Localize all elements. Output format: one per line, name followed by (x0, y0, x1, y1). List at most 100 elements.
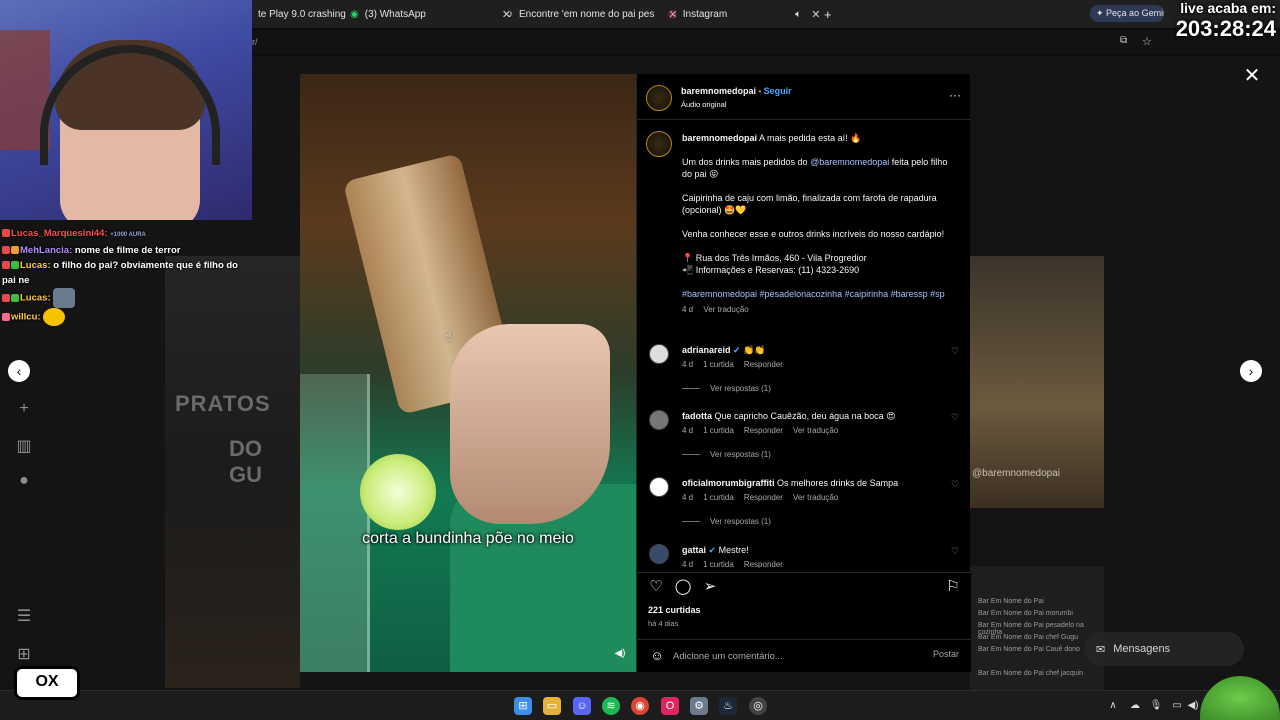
like-comment-icon[interactable]: ♡ (951, 346, 959, 357)
gemini-button[interactable]: ✦ Peça ao Gemini (1090, 5, 1164, 22)
audio-label[interactable]: Áudio original (681, 100, 726, 109)
close-modal-button[interactable]: ✕ (1240, 64, 1264, 88)
tab-instagram[interactable]: ◎ Instagram 🔈︎ ✕ (668, 4, 820, 24)
likes-count[interactable]: 221 curtidas (648, 605, 701, 615)
commenter-name[interactable]: gattai (682, 545, 706, 555)
reply-button[interactable]: Responder (744, 360, 783, 369)
chat-tag: +1000 AURA (110, 232, 146, 238)
countdown-value: 203:28:24 (1175, 16, 1276, 41)
comment-likes[interactable]: 1 curtida (703, 360, 734, 369)
display-icon[interactable]: ▭ (1170, 699, 1184, 713)
more-options-icon[interactable]: ··· (949, 88, 961, 102)
chat-username: Lucas: (20, 292, 51, 304)
emoji-icon[interactable]: ☺ (649, 648, 665, 664)
see-translation-link[interactable]: Ver tradução (793, 493, 838, 502)
comment-text: gattai ✔ Mestre! (682, 544, 942, 556)
microphone-icon[interactable]: 🎙︎ (1149, 699, 1163, 713)
discord-icon[interactable]: ☺ (573, 697, 591, 715)
countdown-label: live acaba em: (1180, 0, 1276, 16)
profile-icon[interactable]: ● (14, 472, 34, 492)
comment-likes[interactable]: 1 curtida (703, 560, 734, 568)
caption-mention[interactable]: @baremnomedopai (810, 157, 889, 167)
comment-age: 4 d (682, 360, 694, 369)
bookmark-icon[interactable]: ⚐ (943, 577, 963, 597)
comment-item: gattai ✔ Mestre! 4 d 1 curtida Responder ♡ (649, 544, 967, 568)
address-bar[interactable]: r/ ⧉ ☆ (240, 30, 1280, 54)
commenter-avatar[interactable] (649, 410, 669, 430)
caption-hashtags[interactable]: #baremnomedopai #pesadelonacozinha #caip… (682, 288, 957, 300)
like-comment-icon[interactable]: ♡ (951, 546, 959, 557)
commenter-avatar[interactable] (649, 344, 669, 364)
whatsapp-icon: ◉ (350, 8, 359, 20)
view-replies-button[interactable]: Ver respostas (1) (682, 517, 771, 526)
comment-meta: 4 d 1 curtida Responder (682, 360, 783, 369)
previous-post-button[interactable]: ‹ (8, 360, 30, 382)
close-icon[interactable]: ✕ (811, 8, 820, 21)
tab-tiktok[interactable]: ♪ Encontre 'em nome do pai pes ✕ (508, 4, 678, 24)
steam-icon[interactable]: ♨ (719, 697, 737, 715)
next-post-button[interactable]: › (1240, 360, 1262, 382)
comment-text: fadotta Que capricho Cauêzão, deu água n… (682, 410, 942, 422)
install-icon[interactable]: ⧉ (1120, 35, 1127, 46)
webcam-overlay (0, 0, 252, 220)
author-avatar[interactable] (646, 131, 672, 157)
see-translation-link[interactable]: Ver tradução (793, 426, 838, 435)
speaker-icon[interactable]: 🔈︎ (795, 9, 801, 20)
settings-icon[interactable]: ⚙ (690, 697, 708, 715)
like-comment-icon[interactable]: ♡ (951, 412, 959, 423)
star-icon[interactable]: ☆ (1142, 35, 1152, 48)
view-replies-button[interactable]: Ver respostas (1) (682, 450, 771, 459)
caption-text: Um dos drinks mais pedidos do (682, 157, 808, 167)
reply-button[interactable]: Responder (744, 560, 783, 568)
author-name[interactable]: baremnomedopai (681, 86, 756, 96)
chevron-up-icon[interactable]: ∧ (1106, 699, 1120, 713)
spotify-icon[interactable]: ≋ (602, 697, 620, 715)
comment-text: adrianareid ✔ 👏👏 (682, 344, 942, 356)
reply-button[interactable]: Responder (744, 426, 783, 435)
comment-likes[interactable]: 1 curtida (703, 426, 734, 435)
obs-icon[interactable]: ◎ (749, 697, 767, 715)
commenter-name[interactable]: adrianareid (682, 345, 731, 355)
dashboard-icon[interactable]: ▥ (14, 436, 34, 456)
menu-icon[interactable]: ☰ (14, 606, 34, 626)
create-icon[interactable]: + (14, 400, 34, 420)
file-explorer-icon[interactable]: ▭ (543, 697, 561, 715)
instagram-icon: ◎ (668, 8, 677, 20)
like-comment-icon[interactable]: ♡ (951, 479, 959, 490)
like-icon[interactable]: ♡ (646, 577, 666, 597)
volume-icon[interactable]: ◀) (1186, 699, 1200, 713)
chrome-icon[interactable]: ◉ (631, 697, 649, 715)
windows-start-icon[interactable]: ⊞ (514, 697, 532, 715)
comment-likes[interactable]: 1 curtida (703, 493, 734, 502)
reel-video[interactable]: corta a bundinha põe no meio ◀) (300, 74, 636, 672)
follow-button[interactable]: Seguir (764, 86, 792, 96)
grid-thumbnail-right-bottom[interactable]: Bar Em Nome do Pai Bar Em Nome do Pai mo… (970, 566, 1104, 690)
view-replies-button[interactable]: Ver respostas (1) (682, 384, 771, 393)
chat-message: MehLancia: nome de filme de terror (0, 243, 252, 258)
share-icon[interactable]: ➢ (700, 577, 720, 597)
commenter-name[interactable]: oficialmorumbigraffiti (682, 478, 775, 488)
commenter-avatar[interactable] (649, 544, 669, 564)
comment-icon[interactable]: ◯ (673, 577, 693, 597)
apps-icon[interactable]: ⊞ (14, 644, 34, 664)
reply-button[interactable]: Responder (744, 493, 783, 502)
gemini-label: Peça ao Gemini (1106, 8, 1164, 18)
commenter-name[interactable]: fadotta (682, 411, 712, 421)
chevron-right-icon: › (1248, 363, 1254, 379)
comment-input[interactable] (673, 646, 903, 666)
emote-image (43, 308, 66, 326)
cloud-icon[interactable]: ☁ (1128, 699, 1142, 713)
tab-play[interactable]: te Play 9.0 crashing (258, 4, 346, 24)
tab-whatsapp[interactable]: ◉ (3) WhatsApp ✕ (350, 4, 511, 24)
commenter-avatar[interactable] (649, 477, 669, 497)
grid-thumbnail-right[interactable]: @baremnomedopai (970, 256, 1104, 508)
post-comment-button[interactable]: Postar (933, 649, 959, 659)
mute-button[interactable]: ◀) (612, 646, 628, 662)
messages-button[interactable]: ✉ Mensagens (1084, 632, 1244, 666)
gemini-icon: ✦ (1096, 8, 1107, 18)
author-avatar[interactable] (646, 85, 672, 111)
caption-author[interactable]: baremnomedopai (682, 133, 757, 143)
see-translation-link[interactable]: Ver tradução (703, 305, 748, 314)
opera-icon[interactable]: O (661, 697, 679, 715)
new-tab-button[interactable]: + (824, 4, 832, 24)
